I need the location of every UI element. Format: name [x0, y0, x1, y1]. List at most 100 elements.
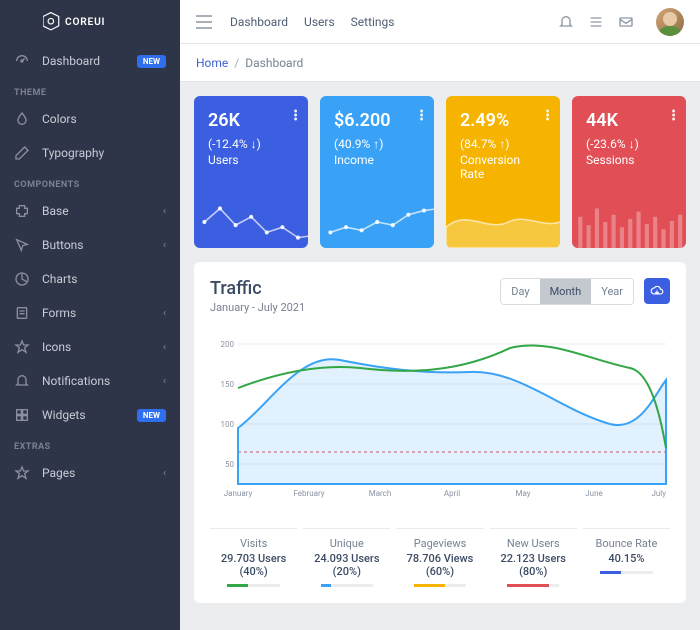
stat-value: 22.123 Users (80%): [490, 552, 577, 578]
sidebar-item-icons[interactable]: Icons ‹: [0, 330, 180, 364]
range-toggle: Day Month Year: [500, 278, 634, 305]
sidebar-label: Icons: [42, 340, 163, 354]
sidebar-item-notifications[interactable]: Notifications ‹: [0, 364, 180, 398]
top-link-settings[interactable]: Settings: [351, 15, 395, 29]
breadcrumb: Home / Dashboard: [180, 44, 700, 82]
bell-icon: [14, 373, 30, 389]
card-label: Income: [334, 153, 420, 167]
card-value: 26K: [208, 110, 294, 131]
brand-logo[interactable]: COREUI: [0, 0, 180, 44]
ytick: 100: [221, 420, 235, 429]
list-icon[interactable]: [588, 14, 604, 30]
range-month[interactable]: Month: [540, 279, 592, 304]
bar-spark: [572, 196, 686, 248]
traffic-stats: Visits 29.703 Users (40%) Unique 24.093 …: [210, 528, 670, 587]
card-pct: (40.9% ↑): [334, 137, 420, 151]
stat-value: 40.15%: [583, 552, 670, 565]
stat-new-users: New Users 22.123 Users (80%): [490, 528, 577, 587]
top-link-users[interactable]: Users: [304, 15, 335, 29]
star-icon: [14, 339, 30, 355]
stat-name: Bounce Rate: [583, 537, 670, 550]
card-menu-icon[interactable]: •••: [671, 110, 676, 122]
sidebar-item-pages[interactable]: Pages ‹: [0, 456, 180, 490]
card-menu-icon[interactable]: •••: [293, 110, 298, 122]
sparkline: [194, 196, 308, 248]
cloud-download-icon: [650, 284, 664, 298]
xtick: January: [224, 489, 253, 498]
pie-icon: [14, 271, 30, 287]
range-day[interactable]: Day: [501, 279, 539, 304]
sidebar-item-dashboard[interactable]: Dashboard NEW: [0, 44, 180, 78]
xtick: April: [444, 489, 460, 498]
menu-icon[interactable]: [196, 15, 212, 29]
traffic-card: Traffic January - July 2021 Day Month Ye…: [194, 262, 686, 603]
stat-value: 24.093 Users (20%): [303, 552, 390, 578]
card-label: Sessions: [586, 153, 672, 167]
sidebar-item-buttons[interactable]: Buttons ‹: [0, 228, 180, 262]
avatar[interactable]: [656, 8, 684, 36]
grid-icon: [14, 407, 30, 423]
card-pct: (84.7% ↑): [460, 137, 546, 151]
card-label: Conversion Rate: [460, 153, 546, 181]
card-value: 2.49%: [460, 110, 546, 131]
breadcrumb-home[interactable]: Home: [196, 56, 228, 70]
card-pct: (-12.4% ↓): [208, 137, 294, 151]
ytick: 50: [225, 460, 234, 469]
sidebar-item-widgets[interactable]: Widgets NEW: [0, 398, 180, 432]
content: ••• 26K (-12.4% ↓) Users ••• $6.200 (40.…: [180, 82, 700, 630]
stat-visits: Visits 29.703 Users (40%): [210, 528, 297, 587]
stat-name: Unique: [303, 537, 390, 550]
sidebar-label: Dashboard: [42, 54, 137, 68]
card-income: ••• $6.200 (40.9% ↑) Income: [320, 96, 434, 248]
stat-unique: Unique 24.093 Users (20%): [303, 528, 390, 587]
sidebar-label: Widgets: [42, 408, 137, 422]
section-title-extras: EXTRAS: [0, 432, 180, 456]
section-title-theme: THEME: [0, 78, 180, 102]
puzzle-icon: [14, 203, 30, 219]
stat-pageviews: Pageviews 78.706 Views (60%): [396, 528, 483, 587]
bell-icon[interactable]: [558, 14, 574, 30]
traffic-chart: 200 150 100 50 January February: [210, 324, 670, 514]
star-icon: [14, 465, 30, 481]
envelope-icon[interactable]: [618, 14, 634, 30]
cursor-icon: [14, 237, 30, 253]
range-year[interactable]: Year: [591, 279, 633, 304]
ytick: 200: [221, 340, 235, 349]
sparkline: [320, 196, 434, 248]
new-badge: NEW: [137, 409, 166, 422]
sidebar-label: Buttons: [42, 238, 163, 252]
sidebar-item-base[interactable]: Base ‹: [0, 194, 180, 228]
download-button[interactable]: [644, 278, 670, 304]
section-title-components: COMPONENTS: [0, 170, 180, 194]
top-link-dashboard[interactable]: Dashboard: [230, 15, 288, 29]
xtick: March: [369, 489, 392, 498]
sidebar-item-typography[interactable]: Typography: [0, 136, 180, 170]
xtick: May: [515, 489, 530, 498]
xtick: June: [585, 489, 602, 498]
sidebar-label: Pages: [42, 466, 163, 480]
card-menu-icon[interactable]: •••: [419, 110, 424, 122]
sidebar-label: Base: [42, 204, 163, 218]
card-sessions: ••• 44K (-23.6% ↓) Sessions: [572, 96, 686, 248]
sidebar: COREUI Dashboard NEW THEME Colors Typogr…: [0, 0, 180, 630]
chevron-left-icon: ‹: [163, 240, 166, 251]
stat-name: Visits: [210, 537, 297, 550]
card-conversion: ••• 2.49% (84.7% ↑) Conversion Rate: [446, 96, 560, 248]
sidebar-label: Typography: [42, 146, 166, 160]
new-badge: NEW: [137, 55, 166, 68]
traffic-title: Traffic: [210, 278, 500, 299]
sidebar-label: Colors: [42, 112, 166, 126]
stat-bounce-rate: Bounce Rate 40.15%: [583, 528, 670, 587]
card-menu-icon[interactable]: •••: [545, 110, 550, 122]
notes-icon: [14, 305, 30, 321]
sidebar-item-charts[interactable]: Charts: [0, 262, 180, 296]
series-blue: [238, 359, 666, 484]
chevron-left-icon: ‹: [163, 468, 166, 479]
area-spark: [446, 196, 560, 248]
xtick: July: [651, 489, 666, 498]
brand-text: COREUI: [65, 17, 105, 28]
sidebar-item-colors[interactable]: Colors: [0, 102, 180, 136]
card-pct: (-23.6% ↓): [586, 137, 672, 151]
xtick: February: [293, 489, 324, 498]
sidebar-item-forms[interactable]: Forms ‹: [0, 296, 180, 330]
